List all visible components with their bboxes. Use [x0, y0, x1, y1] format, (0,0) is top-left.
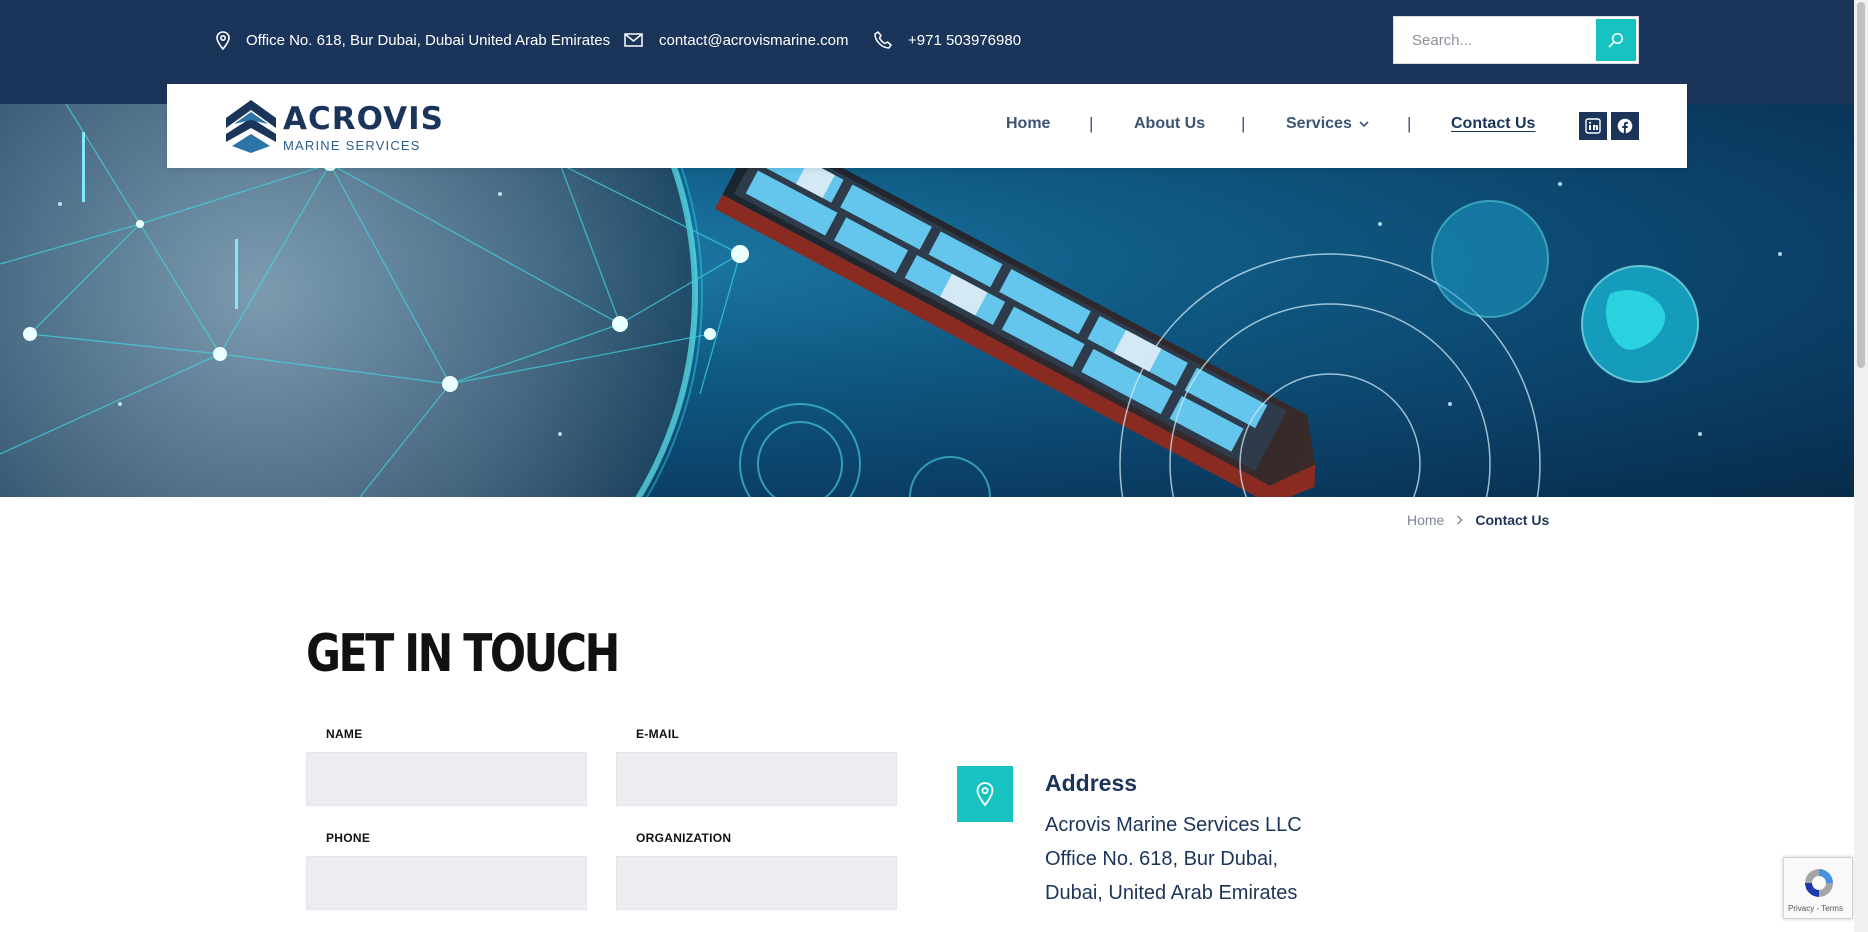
address-title: Address	[1045, 770, 1138, 796]
address-line: Dubai, United Arab Emirates	[1045, 882, 1298, 904]
email-info[interactable]: contact@acrovismarine.com	[624, 30, 848, 50]
facebook-button[interactable]	[1611, 112, 1639, 140]
address-line: Acrovis Marine Services LLC	[1045, 814, 1302, 836]
main-nav: ACROVIS MARINE SERVICES Home | About Us …	[167, 84, 1687, 168]
nav-services[interactable]: Services	[1286, 115, 1370, 133]
logo-mark-icon	[226, 100, 276, 153]
nav-home[interactable]: Home	[1006, 115, 1050, 133]
nav-separator: |	[1407, 114, 1412, 133]
logo-tagline: MARINE SERVICES	[283, 138, 421, 153]
linkedin-icon	[1585, 118, 1601, 134]
address-text: Office No. 618, Bur Dubai, Dubai United …	[246, 31, 611, 49]
address-line: Office No. 618, Bur Dubai,	[1045, 848, 1279, 870]
email-field[interactable]	[616, 752, 897, 806]
name-field[interactable]	[306, 752, 587, 806]
email-label: E-MAIL	[636, 727, 680, 741]
location-pin-icon	[216, 30, 230, 50]
logo-name: ACROVIS	[283, 101, 444, 137]
linkedin-button[interactable]	[1579, 112, 1607, 140]
nav-contact-us[interactable]: Contact Us	[1451, 115, 1535, 133]
search-icon	[1608, 32, 1624, 48]
phone-icon	[874, 31, 892, 49]
logo[interactable]: ACROVIS MARINE SERVICES	[224, 98, 443, 156]
organization-label: ORGANIZATION	[636, 831, 732, 845]
chevron-right-icon	[1457, 515, 1463, 525]
search-button[interactable]	[1596, 19, 1636, 61]
scrollbar-thumb[interactable]	[1857, 2, 1865, 368]
name-label: NAME	[326, 727, 363, 741]
address-info: Office No. 618, Bur Dubai, Dubai United …	[216, 30, 610, 50]
nav-separator: |	[1089, 114, 1094, 133]
breadcrumb: Home Contact Us	[1407, 510, 1549, 530]
phone-link[interactable]: +971 503976980	[908, 32, 1021, 49]
nav-about-us[interactable]: About Us	[1134, 115, 1205, 133]
search-input[interactable]	[1394, 17, 1596, 63]
chevron-down-icon	[1359, 121, 1369, 128]
nav-separator: |	[1241, 114, 1246, 133]
recaptcha-badge[interactable]: Privacy - Terms	[1783, 857, 1853, 919]
phone-field[interactable]	[306, 856, 587, 910]
organization-field[interactable]	[616, 856, 897, 910]
page-scrollbar[interactable]	[1854, 0, 1868, 932]
nav-services-label: Services	[1286, 115, 1352, 132]
breadcrumb-current: Contact Us	[1475, 512, 1550, 528]
email-link[interactable]: contact@acrovismarine.com	[659, 32, 848, 49]
page-heading: GET IN TOUCH	[306, 624, 620, 684]
location-pin-icon	[976, 782, 994, 806]
facebook-icon	[1617, 118, 1633, 134]
recaptcha-icon	[1805, 869, 1833, 897]
search-box	[1393, 16, 1639, 64]
phone-label: PHONE	[326, 831, 371, 845]
mail-icon	[624, 33, 643, 47]
recaptcha-terms[interactable]: Privacy - Terms	[1788, 904, 1843, 913]
breadcrumb-home[interactable]: Home	[1407, 512, 1444, 528]
phone-info[interactable]: +971 503976980	[874, 30, 1021, 50]
address-icon-box	[957, 766, 1013, 822]
